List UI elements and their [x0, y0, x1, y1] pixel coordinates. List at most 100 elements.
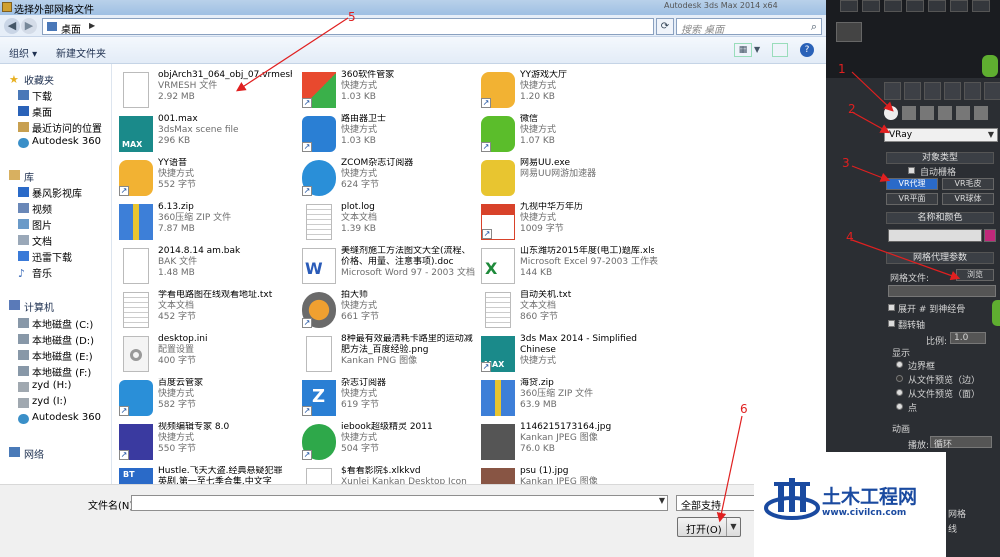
nav-item-thunder[interactable]: 迅雷下载 [32, 249, 72, 264]
file-item[interactable]: desktop.ini 配置设置 400 字节 [113, 332, 291, 376]
file-item[interactable]: 2014.8.14 am.bak BAK 文件 1.48 MB [113, 244, 291, 288]
file-item[interactable]: ↗ 360软件管家 快捷方式 1.03 KB [296, 68, 474, 112]
geometry-icon[interactable] [884, 106, 898, 120]
file-item[interactable]: ↗ 百度云管家 快捷方式 582 字节 [113, 376, 291, 420]
nav-item-disk-c[interactable]: 本地磁盘 (C:) [32, 316, 93, 331]
nav-item-autodesk360[interactable]: Autodesk 360 [32, 136, 101, 147]
nav-item-video[interactable]: 视频 [32, 201, 52, 216]
lights-icon[interactable] [920, 106, 934, 120]
motion-tab-icon[interactable] [944, 82, 961, 100]
file-item[interactable]: 6.13.zip 360压缩 ZIP 文件 7.87 MB [113, 200, 291, 244]
flip-axis-checkbox[interactable] [888, 320, 895, 327]
vr-plane-button[interactable]: VR平面 [886, 193, 938, 205]
chevron-down-icon[interactable]: ▼ [754, 45, 760, 54]
filename-input[interactable]: ▼ [131, 495, 668, 511]
max-tool-icon[interactable] [972, 0, 990, 12]
nav-item-autodesk360-drive[interactable]: Autodesk 360 [32, 412, 101, 423]
expand-checkbox[interactable] [888, 304, 895, 311]
file-item[interactable]: ↗ 视频编辑专家 8.0 快捷方式 550 字节 [113, 420, 291, 464]
file-item[interactable]: ↗ 路由器卫士 快捷方式 1.03 KB [296, 112, 474, 156]
file-item[interactable]: MAX ↗ 3ds Max 2014 - Simplified Chinese 快… [475, 332, 653, 376]
nav-item-desktop[interactable]: 桌面 [32, 104, 52, 119]
utilities-tab-icon[interactable] [984, 82, 1000, 100]
file-item[interactable]: ↗ iebook超级精灵 2011 快捷方式 504 字节 [296, 420, 474, 464]
vr-sphere-button[interactable]: VR球体 [942, 193, 994, 205]
nav-item-storm-library[interactable]: 暴风影视库 [32, 185, 82, 200]
nav-item-drive-h[interactable]: zyd (H:) [32, 380, 71, 391]
file-item[interactable]: W 美缝剂施工方法图文大全(流程、价格、用量、注意事项).doc Microso… [296, 244, 475, 290]
scale-input[interactable]: 1.0 [950, 332, 986, 344]
search-input[interactable]: 搜索 桌面 ⌕ [676, 18, 822, 36]
new-folder-button[interactable]: 新建文件夹 [56, 45, 106, 60]
forward-arrow-icon[interactable]: ▶ [21, 18, 37, 34]
max-tool-icon[interactable] [840, 0, 858, 12]
rollout-mesh-proxy[interactable]: 网格代理参数 [886, 252, 994, 264]
back-arrow-icon[interactable]: ◀ [4, 18, 20, 34]
file-item[interactable]: MAX 001.max 3dsMax scene file 296 KB [113, 112, 291, 156]
playback-select[interactable]: 循环 [930, 436, 992, 450]
open-button[interactable]: 打开(O) ▼ [677, 517, 741, 537]
auto-grid-checkbox[interactable] [908, 167, 915, 174]
nav-library[interactable]: 库 [24, 169, 34, 184]
file-item[interactable]: ↗ YY语音 快捷方式 552 字节 [113, 156, 291, 200]
max-tool-icon[interactable] [906, 0, 924, 12]
refresh-icon[interactable]: ⟳ [656, 18, 674, 35]
file-item[interactable]: ↗ ZCOM杂志订阅器 快捷方式 624 字节 [296, 156, 474, 200]
point-radio[interactable] [896, 403, 903, 410]
mesh-file-path-field[interactable] [888, 285, 996, 297]
vr-proxy-button[interactable]: VR代理 [886, 178, 938, 190]
preview-pane-icon[interactable] [772, 43, 788, 57]
max-tool-icon[interactable] [928, 0, 946, 12]
file-item[interactable]: ↗ 微信 快捷方式 1.07 KB [475, 112, 653, 156]
organize-menu-button[interactable]: 组织 ▾ [9, 45, 37, 60]
renderer-dropdown[interactable]: VRay ▼ [884, 128, 998, 142]
rollout-name-color[interactable]: 名称和颜色 [886, 212, 994, 224]
cameras-icon[interactable] [938, 106, 952, 120]
file-item[interactable]: 海贷.zip 360压缩 ZIP 文件 63.9 MB [475, 376, 653, 420]
nav-item-downloads[interactable]: 下载 [32, 88, 52, 103]
max-tool-icon[interactable] [862, 0, 880, 12]
bbox-radio[interactable] [896, 361, 903, 368]
file-item[interactable]: X 山东潍坊2015年度(电工)题库.xls Microsoft Excel 9… [475, 244, 658, 288]
rollout-object-type[interactable]: 对象类型 [886, 152, 994, 164]
object-name-input[interactable] [888, 229, 982, 242]
modify-tab-icon[interactable] [904, 82, 921, 100]
nav-item-recent[interactable]: 最近访问的位置 [32, 120, 102, 135]
vr-fur-button[interactable]: VR毛皮 [942, 178, 994, 190]
spacewarps-icon[interactable] [974, 106, 988, 120]
file-item[interactable]: ↗ YY游戏大厅 快捷方式 1.20 KB [475, 68, 653, 112]
file-item[interactable]: plot.log 文本文档 1.39 KB [296, 200, 474, 244]
nav-item-documents[interactable]: 文档 [32, 233, 52, 248]
nav-network[interactable]: 网络 [24, 446, 44, 461]
file-item[interactable]: 8种最有效最清耗卡路里的运动减肥方法_百度经验.png Kankan PNG 图… [296, 332, 474, 378]
shapes-icon[interactable] [902, 106, 916, 120]
object-color-swatch[interactable] [984, 229, 996, 242]
search-icon[interactable]: ⌕ [811, 20, 817, 34]
file-item[interactable]: Z ↗ 杂志订阅器 快捷方式 619 字节 [296, 376, 474, 420]
help-icon[interactable]: ? [800, 43, 814, 57]
preview-faces-radio[interactable] [896, 389, 903, 396]
side-tab-icon[interactable] [992, 300, 1000, 326]
nav-item-music[interactable]: 音乐 [32, 265, 52, 280]
nav-item-disk-f[interactable]: 本地磁盘 (F:) [32, 364, 91, 379]
file-item[interactable]: 自动关机.txt 文本文档 860 字节 [475, 288, 653, 332]
nav-item-drive-i[interactable]: zyd (I:) [32, 396, 67, 407]
browse-button[interactable]: 浏览 [956, 269, 994, 281]
view-options-icon[interactable]: ▦ [734, 43, 752, 57]
nav-item-disk-e[interactable]: 本地磁盘 (E:) [32, 348, 93, 363]
nav-item-pictures[interactable]: 图片 [32, 217, 52, 232]
hierarchy-tab-icon[interactable] [924, 82, 941, 100]
create-tab-icon[interactable] [884, 82, 901, 100]
preview-edges-radio[interactable] [896, 375, 903, 382]
helpers-icon[interactable] [956, 106, 970, 120]
file-item[interactable]: $看看影院$.xlkkvd Xunlei Kankan Desktop Icon [296, 464, 474, 484]
file-item[interactable]: BT Hustle.飞天大盗.经典悬疑犯罪英剧.第一至七季合集.中文字幕.tor… [113, 464, 291, 484]
chevron-down-icon[interactable]: ▼ [659, 496, 665, 505]
file-item[interactable]: 学看电路图在线观看地址.txt 文本文档 452 字节 [113, 288, 291, 332]
file-item[interactable]: psu (1).jpg Kankan JPEG 图像 [475, 464, 653, 484]
file-item[interactable]: 网易UU.exe 网易UU网游加速器 [475, 156, 653, 200]
chevron-down-icon[interactable]: ▼ [988, 130, 994, 139]
nav-computer[interactable]: 计算机 [24, 299, 54, 314]
chevron-down-icon[interactable]: ▼ [726, 518, 740, 536]
max-tool-icon[interactable] [950, 0, 968, 12]
